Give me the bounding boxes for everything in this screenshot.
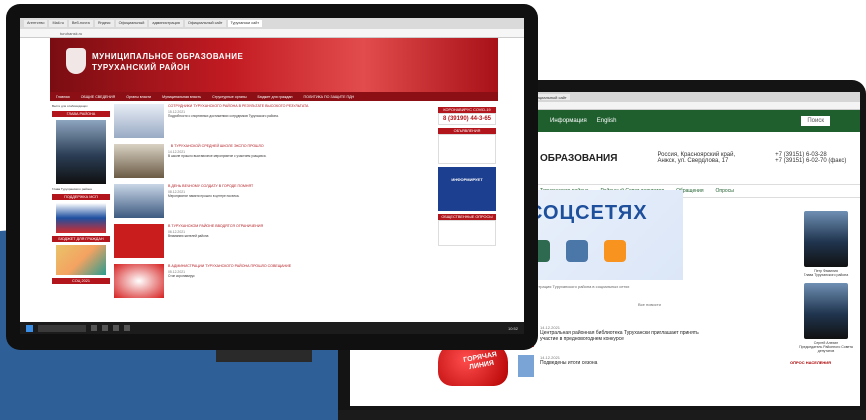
front-browser-tabs: Агентство Mail.ru Веб-почта Яндекс Офици… — [20, 18, 524, 29]
browser-tab[interactable]: Яндекс — [94, 20, 114, 27]
browser-tab[interactable]: Официальный — [115, 20, 148, 27]
news-text: В школе прошло выставочное мероприятие с… — [168, 154, 267, 158]
taskbar: 10:52 — [20, 322, 524, 334]
info-link[interactable]: Информация — [550, 118, 587, 124]
social-banner[interactable]: СОЦСЕТЯХ — [518, 190, 683, 280]
nav-item[interactable]: Главная — [56, 95, 70, 99]
news-text: Мероприятие памяти прошло в центре посел… — [168, 194, 240, 198]
browser-tab[interactable]: Веб-почта — [68, 20, 93, 27]
news-thumbnail — [114, 264, 164, 298]
nav-item[interactable]: Муниципальная власть — [162, 95, 201, 99]
news-item[interactable]: В ТУРУХАНСКОЙ СРЕДНЕЙ ШКОЛЕ ЭКСПО ПРОШЛО… — [114, 144, 436, 178]
news-text: Вниманию жителей района — [168, 234, 209, 238]
phone-line: +7 (39151) 6-02-70 (факс) — [775, 158, 847, 164]
taskbar-app-icon[interactable] — [124, 325, 130, 331]
front-monitor: Агентство Mail.ru Веб-почта Яндекс Офици… — [6, 4, 538, 350]
site-page: МУНИЦИПАЛЬНОЕ ОБРАЗОВАНИЕ ТУРУХАНСКИЙ РА… — [50, 38, 498, 322]
news-headline[interactable]: СОТРУДНИКИ ТУРУХАНСКОГО РАЙОНА В РЕЗУЛЬТ… — [168, 104, 308, 108]
msp-banner[interactable] — [56, 203, 106, 233]
banner-title-line2: ТУРУХАНСКИЙ РАЙОН — [92, 63, 191, 72]
nav-item[interactable]: ОБЩИЕ СВЕДЕНИЯ — [81, 95, 116, 99]
browser-tab[interactable]: Официальный сайт — [184, 20, 226, 27]
hotline-label: ГОРЯЧАЯ ЛИНИЯ — [462, 351, 498, 372]
announcements-box[interactable] — [438, 134, 496, 164]
back-news-list: 14.12.2021 Центральная районная библиоте… — [518, 325, 808, 385]
accessibility-link[interactable]: Вести для слабовидящих — [52, 104, 110, 108]
site-body: Вести для слабовидящих ГЛАВА РАЙОНА Глав… — [50, 102, 498, 322]
news-headline[interactable]: В ТУРУХАНСКОМ РАЙОНЕ ВВОДЯТСЯ ОГРАНИЧЕНИ… — [168, 224, 263, 228]
taskbar-clock[interactable]: 10:52 — [508, 326, 524, 331]
browser-tab[interactable]: Агентство — [24, 20, 48, 27]
search-button[interactable]: Поиск — [801, 116, 830, 126]
news-item[interactable]: СОТРУДНИКИ ТУРУХАНСКОГО РАЙОНА В РЕЗУЛЬТ… — [114, 104, 436, 138]
phone-block: +7 (39151) 6-03-28 +7 (39151) 6-02-70 (ф… — [775, 152, 846, 164]
taskbar-app-icon[interactable] — [113, 325, 119, 331]
news-headline[interactable]: В АДМИНИСТРАЦИИ ТУРУХАНСКОГО РАЙОНА ПРОШ… — [168, 264, 291, 268]
official-photo[interactable] — [804, 283, 848, 339]
portal-label: ИНФОРМИРУЕТ — [451, 177, 483, 182]
left-sidebar: Вести для слабовидящих ГЛАВА РАЙОНА Глав… — [52, 104, 110, 284]
news-item[interactable]: 14.12.2021 Центральная районная библиоте… — [518, 325, 808, 347]
nav-item[interactable]: Органы власти — [126, 95, 151, 99]
hotline-phone: 8 (39190) 44-3-65 — [442, 116, 492, 122]
address-bar[interactable]: turuhansk.ru — [20, 29, 524, 38]
head-caption: Глава Турухранского района — [52, 187, 92, 191]
budget-banner[interactable] — [56, 245, 106, 275]
news-column: СОТРУДНИКИ ТУРУХАНСКОГО РАЙОНА В РЕЗУЛЬТ… — [114, 104, 436, 304]
nav-item[interactable]: Структурные органы — [212, 95, 246, 99]
menu-item[interactable]: Опросы — [716, 188, 734, 194]
news-item[interactable]: В АДМИНИСТРАЦИИ ТУРУХАНСКОГО РАЙОНА ПРОШ… — [114, 264, 436, 298]
news-thumbnail — [518, 355, 534, 377]
section-header: БЮДЖЕТ ДЛЯ ГРАЖДАН — [52, 236, 110, 242]
news-thumbnail — [114, 104, 164, 138]
nav-item[interactable]: Бюджет для граждан — [258, 95, 293, 99]
main-nav: Главная ОБЩИЕ СВЕДЕНИЯ Органы власти Мун… — [50, 92, 498, 101]
news-item[interactable]: 14.12.2021 Подведены итоги сезона — [518, 355, 808, 377]
news-text: Подробности о спортивных достижениях сот… — [168, 114, 279, 118]
front-monitor-screen: Агентство Mail.ru Веб-почта Яндекс Офици… — [20, 18, 524, 334]
news-text: Подведены итоги сезона — [540, 360, 598, 366]
site-banner: МУНИЦИПАЛЬНОЕ ОБРАЗОВАНИЕ ТУРУХАНСКИЙ РА… — [50, 38, 498, 92]
browser-tab[interactable]: Mail.ru — [49, 20, 67, 27]
nav-item[interactable]: ПОЛИТИКА ПО ЗАЩИТЕ ПДН — [303, 95, 354, 99]
back-taskbar — [338, 410, 866, 420]
taskbar-app-icon[interactable] — [102, 325, 108, 331]
news-thumbnail — [114, 184, 164, 218]
survey-box[interactable] — [438, 220, 496, 246]
news-text: Стоп коронавирус — [168, 274, 195, 278]
social-banner-title: СОЦСЕТЯХ — [528, 202, 648, 224]
section-header: ПОДДЕРЖКА МСП — [52, 194, 110, 200]
news-headline[interactable]: В ТУРУХАНСКОЙ СРЕДНЕЙ ШКОЛЕ ЭКСПО ПРОШЛО — [168, 144, 266, 148]
right-sidebar: КОРОНАВИРУС COVID-19 8 (39190) 44-3-65 О… — [438, 104, 496, 249]
head-photo[interactable] — [56, 120, 106, 184]
news-thumbnail — [114, 224, 164, 258]
address-line: Анжск, ул. Свердлова, 17 — [657, 158, 729, 164]
official-photo[interactable] — [804, 211, 848, 267]
news-item[interactable]: В ТУРУХАНСКОМ РАЙОНЕ ВВОДЯТСЯ ОГРАНИЧЕНИ… — [114, 224, 436, 258]
section-header: ГЛАВА РАЙОНА — [52, 111, 110, 117]
english-link[interactable]: English — [597, 118, 617, 124]
news-text: Центральная районная библиотека Туруханс… — [540, 330, 699, 342]
browser-tab[interactable]: администрация — [149, 20, 183, 27]
address-block: Россия, Красноярский край, Анжск, ул. Св… — [657, 152, 735, 164]
more-news-link[interactable]: Все новости — [638, 302, 661, 307]
banner-title-line1: МУНИЦИПАЛЬНОЕ ОБРАЗОВАНИЕ — [92, 52, 244, 61]
poll-header[interactable]: ОПРОС НАСЕЛЕНИЯ — [790, 360, 858, 365]
portal-banner[interactable]: ИНФОРМИРУЕТ — [438, 167, 496, 211]
monitor-stand — [216, 350, 312, 362]
browser-tab-active[interactable]: Турухански сайт — [227, 20, 263, 27]
start-menu-icon[interactable] — [26, 324, 33, 332]
news-thumbnail — [114, 144, 164, 178]
coat-of-arms-icon[interactable] — [66, 48, 86, 74]
official-role: Глава Туруханского района — [803, 273, 849, 277]
taskbar-app-icon[interactable] — [91, 325, 97, 331]
news-item[interactable]: В ДЕНЬ ВЕЧНОМУ СОЛДАТУ В ГОРОДЕ ПОМНЯТ 0… — [114, 184, 436, 218]
social-banner-caption: Администрация Туруханского района в соци… — [518, 280, 683, 294]
taskbar-search[interactable] — [38, 324, 86, 332]
section-header: СОЦ 2021 — [52, 278, 110, 284]
odnoklassniki-icon[interactable] — [604, 240, 626, 262]
covid-hotline-box[interactable]: 8 (39190) 44-3-65 — [438, 113, 496, 125]
news-headline[interactable]: В ДЕНЬ ВЕЧНОМУ СОЛДАТУ В ГОРОДЕ ПОМНЯТ — [168, 184, 253, 188]
vk-icon[interactable] — [566, 240, 588, 262]
